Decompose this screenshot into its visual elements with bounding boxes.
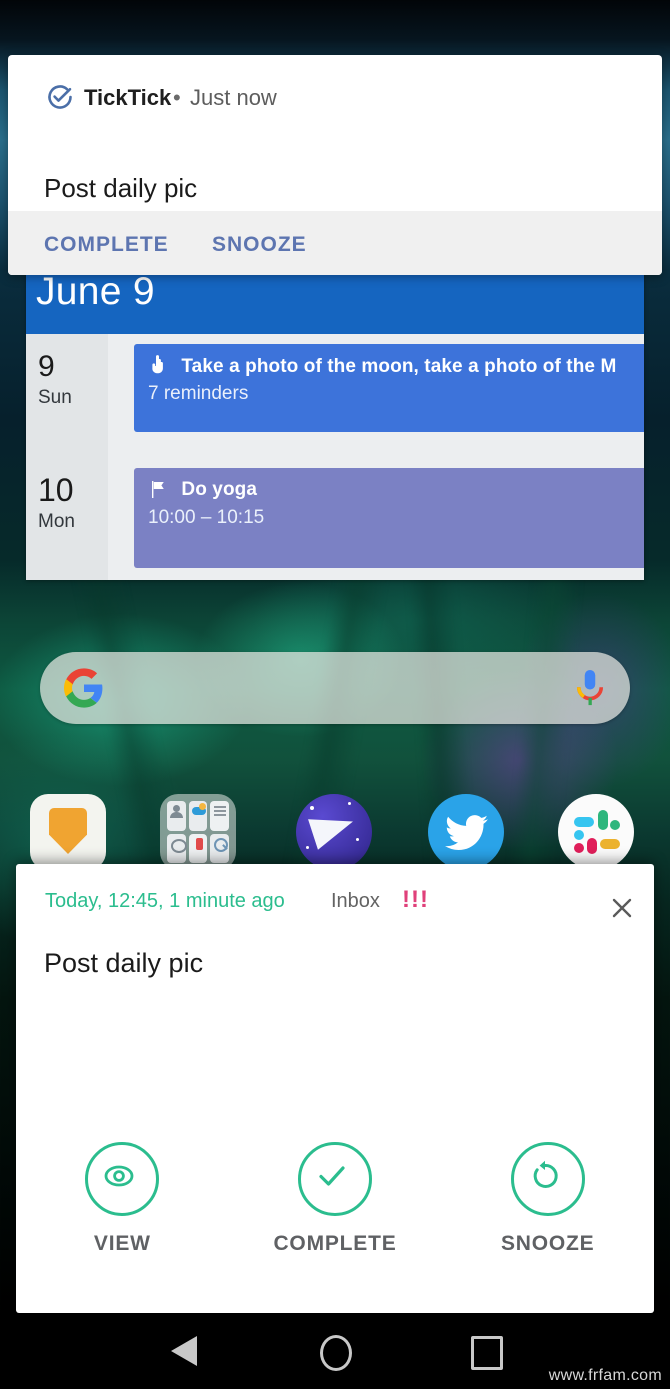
calendar-header-date: June 9 — [36, 270, 155, 313]
calendar-event-title: Take a photo of the moon, take a photo o… — [181, 356, 617, 377]
watermark: www.frfam.com — [548, 1367, 662, 1384]
calendar-day-number: 10 — [38, 472, 74, 508]
reminder-action-row: VIEW COMPLETE SNOOZE — [16, 1142, 654, 1277]
flashlight-mini-icon — [188, 833, 208, 863]
reminder-list-name: Inbox — [331, 890, 380, 912]
reminder-complete-label: COMPLETE — [273, 1232, 397, 1255]
check-icon — [298, 1142, 372, 1216]
notification-timestamp: Just now — [190, 85, 277, 110]
eye-icon — [85, 1142, 160, 1216]
calendar-event-title: Do yoga — [181, 479, 258, 500]
calendar-row[interactable]: 9 Sun Take a photo of the moon, take a p… — [26, 334, 644, 456]
calendar-widget[interactable]: Sun June 9 9 Sun Take a photo of the moo… — [26, 248, 644, 580]
notification-snooze-button[interactable]: SNOOZE — [212, 233, 307, 257]
calendar-day-number: 9 — [38, 350, 55, 383]
reminder-view-label: VIEW — [93, 1232, 151, 1255]
recents-square-icon[interactable] — [457, 1333, 513, 1370]
slack-yellow-bar — [600, 839, 620, 849]
tasks-mini-icon — [210, 801, 229, 831]
shield-app-icon[interactable] — [30, 794, 106, 870]
calendar-row[interactable]: 10 Mon Do yoga 10:00 – 10:15 — [26, 456, 644, 580]
reminder-datetime: Today, 12:45, 1 minute ago — [45, 890, 285, 912]
calendar-widget-event-list: 9 Sun Take a photo of the moon, take a p… — [26, 334, 644, 580]
twitter-app-icon[interactable] — [428, 794, 504, 870]
reminder-popup-dialog[interactable]: Today, 12:45, 1 minute ago Inbox !!! Pos… — [16, 864, 654, 1313]
slack-app-icon[interactable] — [558, 794, 634, 870]
notification-header: TickTick • Just now — [8, 55, 662, 111]
close-icon[interactable] — [600, 884, 644, 928]
slack-green-dot — [610, 820, 620, 830]
home-circle-icon[interactable] — [307, 1333, 363, 1371]
calendar-event-title-row: Do yoga — [148, 479, 257, 504]
notification-complete-button[interactable]: COMPLETE — [44, 233, 169, 257]
ticktick-notification-card[interactable]: TickTick • Just now Post daily pic COMPL… — [8, 55, 662, 275]
calendar-event-title-row: Take a photo of the moon, take a photo o… — [148, 355, 616, 381]
slack-blue-bar — [574, 817, 594, 827]
folder-app-icon[interactable] — [160, 794, 236, 870]
search-mini-icon — [210, 833, 229, 863]
microphone-icon[interactable] — [572, 668, 608, 708]
notification-action-bar: COMPLETE SNOOZE — [8, 211, 662, 275]
sound-mini-icon — [167, 833, 187, 863]
notification-separator: • — [173, 85, 181, 110]
reminder-task-title: Post daily pic — [44, 948, 204, 978]
google-g-icon — [64, 668, 104, 708]
hand-pointer-icon — [148, 355, 168, 381]
flag-icon — [148, 481, 168, 504]
plane-shape — [308, 806, 358, 850]
android-navigation-bar: www.frfam.com — [0, 1313, 670, 1389]
reminder-snooze-label: SNOOZE — [500, 1232, 595, 1255]
snooze-refresh-icon — [510, 1142, 585, 1216]
reminder-complete-button[interactable]: COMPLETE — [229, 1142, 442, 1277]
calendar-event-chip[interactable]: Do yoga 10:00 – 10:15 — [134, 468, 644, 568]
notification-app-name: TickTick — [84, 85, 172, 110]
notification-title: Post daily pic — [44, 173, 198, 203]
google-search-bar[interactable] — [40, 652, 630, 724]
calendar-day-name: Sun — [38, 387, 72, 408]
slack-blue-dot — [574, 830, 584, 840]
app-dock — [0, 794, 670, 874]
contacts-mini-icon — [167, 801, 186, 831]
paper-plane-app-icon[interactable] — [296, 794, 372, 870]
back-triangle-icon[interactable] — [157, 1333, 213, 1369]
reminder-priority-badge: !!! — [402, 886, 429, 913]
slack-red-bar — [587, 838, 597, 854]
reminder-meta-row: Today, 12:45, 1 minute ago Inbox !!! — [16, 864, 654, 940]
calendar-event-subtitle: 10:00 – 10:15 — [148, 507, 265, 528]
calendar-day-name: Mon — [38, 511, 75, 532]
reminder-view-button[interactable]: VIEW — [16, 1142, 229, 1277]
reminder-snooze-button[interactable]: SNOOZE — [441, 1142, 654, 1277]
ticktick-check-icon — [46, 83, 74, 111]
slack-red-dot — [574, 843, 584, 853]
folder-preview-grid — [167, 801, 229, 863]
weather-mini-icon — [188, 801, 208, 831]
calendar-event-chip[interactable]: Take a photo of the moon, take a photo o… — [134, 344, 644, 432]
calendar-event-subtitle: 7 reminders — [148, 383, 249, 404]
slack-green-bar — [598, 810, 608, 830]
